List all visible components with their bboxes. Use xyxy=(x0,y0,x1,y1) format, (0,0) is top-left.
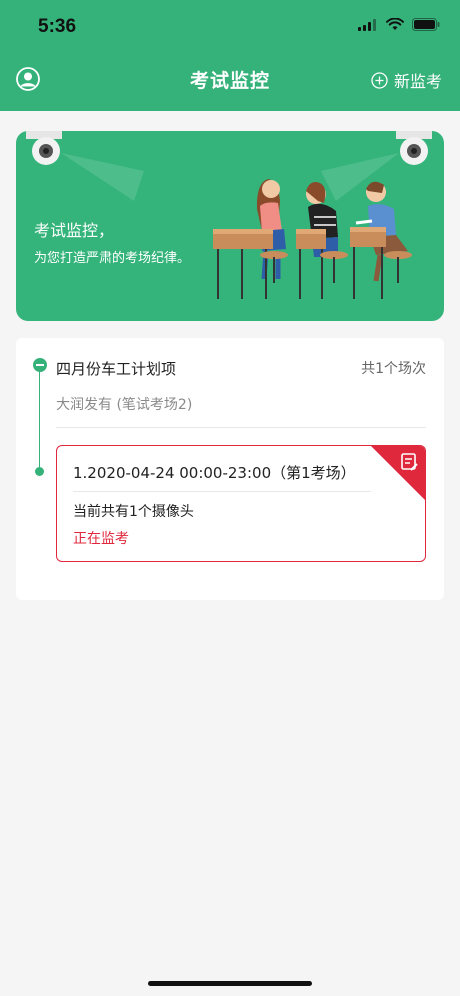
status-icons xyxy=(358,18,440,31)
banner-subtitle: 为您打造严肃的考场纪律。 xyxy=(34,251,191,266)
plus-circle-icon xyxy=(371,71,388,89)
new-exam-button[interactable]: 新监考 xyxy=(371,68,442,92)
session-title: 1.2020-04-24 00:00-23:00（第1考场） xyxy=(73,464,356,482)
edit-note-icon[interactable] xyxy=(371,446,425,500)
status-bar: 5:36 xyxy=(0,0,460,54)
battery-icon xyxy=(412,18,440,31)
status-time: 5:36 xyxy=(38,16,77,37)
collapse-icon[interactable] xyxy=(33,358,47,372)
plan-location: 大润发有 (笔试考场2) xyxy=(56,397,193,413)
banner-title: 考试监控， xyxy=(34,221,115,240)
divider xyxy=(73,491,371,492)
divider xyxy=(56,427,426,428)
timeline-line xyxy=(39,372,40,472)
wifi-icon xyxy=(386,18,404,30)
timeline-dot xyxy=(35,467,44,476)
plan-title: 四月份车工计划项 xyxy=(56,360,177,378)
status-badge: 正在监考 xyxy=(73,531,129,547)
session-item[interactable]: 1.2020-04-24 00:00-23:00（第1考场） 当前共有1个摄像头… xyxy=(56,445,426,562)
app-header: 5:36 考试监控 新监考 xyxy=(0,0,460,111)
home-indicator xyxy=(148,981,312,986)
signal-icon xyxy=(358,18,376,31)
new-exam-label: 新监考 xyxy=(393,72,442,91)
session-count: 共1个场次 xyxy=(361,361,426,377)
banner: 考试监控， 为您打造严肃的考场纪律。 xyxy=(16,131,444,321)
exam-plan-card[interactable]: 四月份车工计划项 共1个场次 大润发有 (笔试考场2) 1.2020-04-24… xyxy=(16,338,444,600)
camera-count: 当前共有1个摄像头 xyxy=(73,504,194,520)
